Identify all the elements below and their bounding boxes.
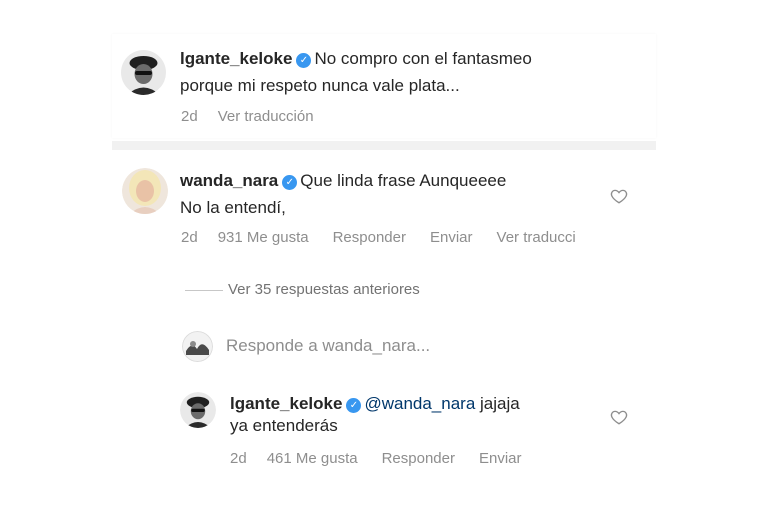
reply-button-lgante[interactable]: Responder — [382, 450, 455, 467]
view-previous-replies[interactable]: Ver 35 respuestas anteriores — [228, 281, 420, 298]
reply-lgante-time: 2d — [230, 450, 247, 467]
translate-link-wanda[interactable]: Ver traducci — [497, 229, 576, 246]
username-lgante-reply[interactable]: lgante_keloke — [230, 394, 342, 413]
avatar-current-user-icon — [182, 331, 213, 362]
reply-input[interactable]: Responde a wanda_nara... — [226, 334, 430, 358]
comment-top-line2: porque mi respeto nunca vale plata... — [180, 76, 460, 95]
reply-lgante-line2: ya entenderás — [230, 416, 338, 435]
verified-badge-icon: ✓ — [282, 175, 298, 190]
comment-wanda-line2: No la entendí, — [180, 198, 286, 217]
send-button-wanda[interactable]: Enviar — [430, 229, 473, 246]
comment-wanda-time: 2d — [181, 229, 198, 246]
comment-wanda-meta: 2d 931 Me gusta Responder Enviar Ver traducc… — [181, 229, 655, 246]
username-wanda[interactable]: wanda_nara — [180, 171, 278, 190]
reply-lgante-likes[interactable]: 461 Me gusta — [267, 450, 358, 467]
avatar-lgante[interactable] — [121, 50, 166, 95]
avatar-wanda[interactable] — [122, 168, 168, 214]
comment-wanda-line1: wanda_nara ✓ Que linda frase Aunqueeee — [180, 169, 506, 193]
divider — [112, 141, 656, 150]
reply-button-wanda[interactable]: Responder — [333, 229, 406, 246]
comment-top-time: 2d — [181, 108, 198, 125]
send-button-lgante[interactable]: Enviar — [479, 450, 522, 467]
comment-wanda-likes[interactable]: 931 Me gusta — [218, 229, 309, 246]
comment-top-line1: lgante_keloke ✓ No compro con el fantasmeo — [180, 47, 532, 71]
translate-link-top[interactable]: Ver traducción — [218, 108, 314, 125]
avatar-current-user — [182, 331, 213, 362]
mention-wanda[interactable]: @wanda_nara — [364, 394, 475, 413]
like-heart-icon[interactable] — [610, 187, 628, 205]
comment-wanda-text-line1: Que linda frase Aunqueeee — [300, 171, 507, 190]
verified-badge-icon: ✓ — [346, 398, 362, 413]
like-heart-icon[interactable] — [610, 408, 628, 426]
avatar-lgante-reply[interactable] — [180, 392, 216, 428]
username-lgante[interactable]: lgante_keloke — [180, 49, 292, 68]
replies-divider-line — [185, 290, 223, 291]
reply-lgante-text-rest: jajaja — [480, 394, 520, 413]
reply-lgante-line1: lgante_keloke ✓ @wanda_nara jajaja — [230, 392, 520, 416]
verified-badge-icon: ✓ — [296, 53, 312, 68]
comment-top-meta: 2d Ver traducción — [181, 108, 338, 125]
avatar-lgante-icon — [121, 50, 166, 95]
avatar-wanda-icon — [122, 168, 168, 214]
comment-top-text-line1: No compro con el fantasmeo — [314, 49, 532, 68]
reply-lgante-meta: 2d 461 Me gusta Responder Enviar — [230, 450, 546, 467]
avatar-lgante-reply-icon — [180, 392, 216, 428]
